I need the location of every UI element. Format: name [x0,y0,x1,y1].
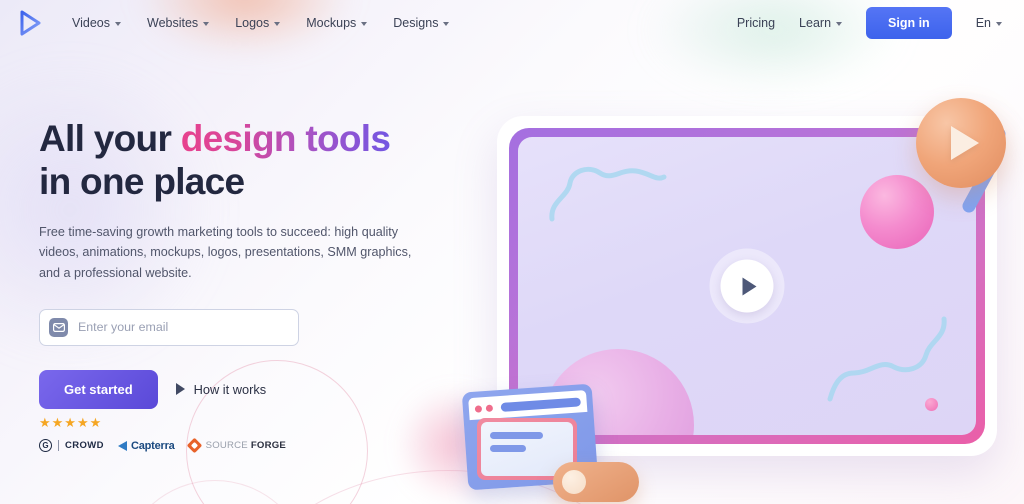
chevron-down-icon [836,22,843,26]
capterra-logo[interactable]: Capterra [117,439,175,452]
nav-item-pricing[interactable]: Pricing [737,16,775,30]
email-signup-row [39,308,459,346]
star-rating: ★★★★★ [39,415,103,430]
sign-in-button[interactable]: Sign in [866,7,952,39]
play-triangle-icon [175,383,185,396]
sourceforge-label-light: SOURCE [205,440,248,451]
pink-sphere-small [860,175,934,249]
g2-crowd-logo[interactable]: G CROWD [39,439,104,452]
chevron-down-icon [203,22,210,26]
nav-label: Designs [393,16,439,30]
browser-card-cluster [455,383,639,504]
header-actions: Pricing Learn Sign in En [737,7,1002,39]
profile-pill-badge [553,462,639,502]
play-badge-sphere [916,98,1006,188]
sourceforge-label-bold: FORGE [250,440,286,451]
hero-content: All your design tools in one place Free … [39,118,459,409]
nav-item-videos[interactable]: Videos [72,16,121,30]
play-triangle-icon [950,126,979,160]
nav-item-logos[interactable]: Logos [235,16,281,30]
hero-subhead: Free time-saving growth marketing tools … [39,224,412,280]
play-triangle-icon [742,277,756,295]
nav-label: Mockups [306,16,357,30]
trust-badges: ★★★★★ G CROWD Capterra SOURCE FORGE [39,415,286,454]
landing-page: Videos Websites Logos Mockups Designs Pr… [0,0,1024,504]
sourceforge-diamond-icon [186,437,202,454]
nav-label: Videos [72,16,110,30]
site-header: Videos Websites Logos Mockups Designs Pr… [0,0,1024,46]
cta-row: Get started How it works [39,369,459,409]
review-logos: G CROWD Capterra SOURCE FORGE [39,437,286,454]
play-triangle-logo-icon [20,10,41,36]
nav-label: Logos [235,16,270,30]
sourceforge-logo[interactable]: SOURCE FORGE [186,437,286,454]
browser-dot [485,404,494,412]
headline-part-2: in one place [39,160,245,202]
envelope-icon [49,317,68,337]
email-input[interactable] [78,320,289,335]
nav-label: Websites [147,16,199,30]
blue-squiggle-icon [549,166,667,222]
nav-item-mockups[interactable]: Mockups [306,16,368,30]
text-line [490,445,526,452]
nav-item-learn[interactable]: Learn [799,16,843,30]
decorative-circle-outline [120,480,310,504]
nav-item-websites[interactable]: Websites [147,16,210,30]
browser-url-bar [500,396,581,412]
headline-part-1: All your [39,118,181,159]
headline-gradient-text: design tools [180,118,391,159]
capterra-label: Capterra [130,439,175,452]
how-it-works-label: How it works [193,381,267,397]
browser-dot [474,404,483,413]
play-button-center[interactable] [709,248,785,324]
capterra-arrow-icon [117,440,127,451]
chevron-down-icon [443,22,450,26]
get-started-button[interactable]: Get started [39,369,158,409]
brand-logo[interactable] [14,7,46,39]
page-title: All your design tools in one place [39,118,459,204]
play-button-inner [720,259,774,313]
g2-crowd-label: CROWD [65,440,104,451]
hero-illustration [455,90,1024,504]
divider [58,440,59,451]
nav-item-designs[interactable]: Designs [393,16,450,30]
pricing-label: Pricing [736,16,776,30]
how-it-works-link[interactable]: How it works [175,381,267,397]
avatar [562,470,586,494]
chevron-down-icon [361,22,368,26]
browser-title-bar [468,389,588,421]
chevron-down-icon [996,22,1002,26]
email-field-wrapper[interactable] [39,308,299,346]
main-nav: Videos Websites Logos Mockups Designs [72,16,450,30]
language-label: En [975,16,991,30]
chevron-down-icon [115,22,121,26]
text-line [490,432,544,439]
blue-squiggle-icon [827,316,947,402]
g2-mark-icon: G [39,439,52,452]
language-selector[interactable]: En [976,16,1002,30]
chevron-down-icon [274,22,281,26]
learn-label: Learn [799,16,832,30]
